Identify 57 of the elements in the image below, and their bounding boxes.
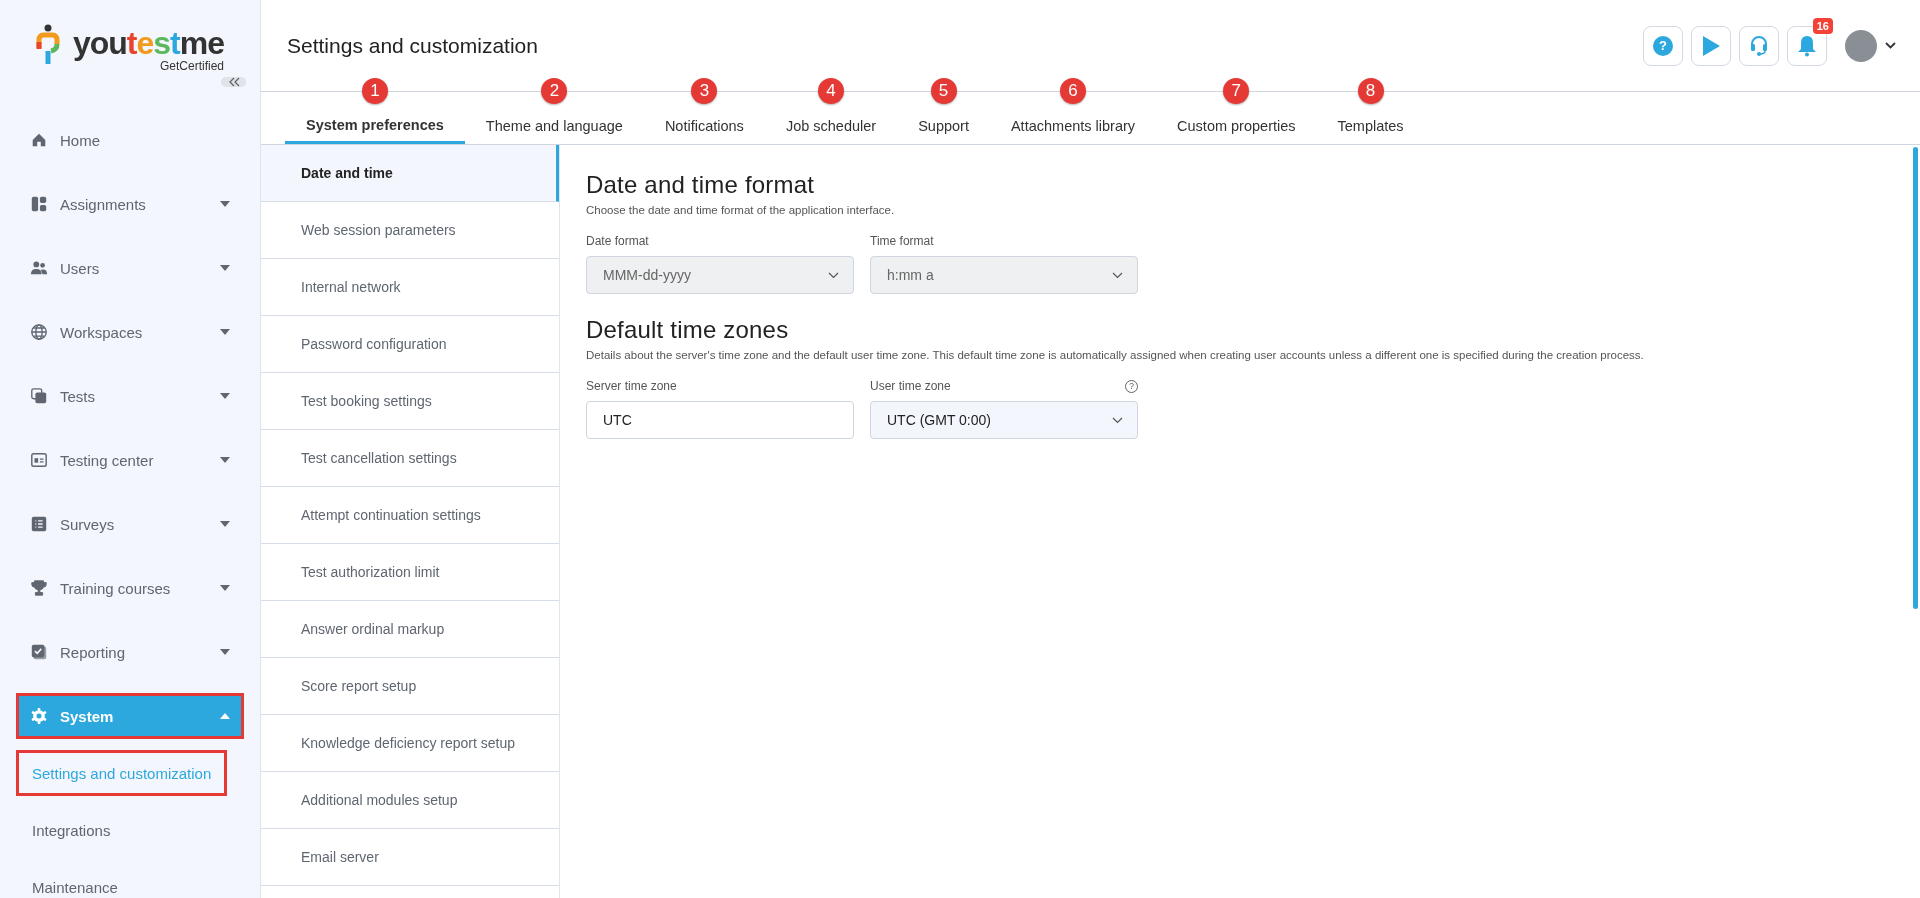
field-label: Server time zone (586, 379, 677, 393)
step-number-badge: 5 (930, 78, 957, 104)
logo-tagline: GetCertified (159, 59, 224, 73)
step-number-badge: 6 (1060, 78, 1086, 104)
nav-subitem[interactable]: Maintenance (16, 864, 134, 898)
nav-item[interactable]: Reporting (16, 629, 244, 675)
chevron-down-icon[interactable] (1885, 42, 1896, 49)
section-description: Details about the server's time zone and the default user time zone. This default time zone is automatically assigned when creating user accounts unless a different one is specified during the creation process. (586, 349, 1645, 361)
bell-icon (1797, 34, 1817, 57)
card-icon (30, 451, 48, 469)
globe-icon (30, 323, 48, 341)
scrollbar-thumb[interactable] (1913, 147, 1918, 609)
chevron-down-icon (1112, 271, 1123, 279)
step-number-badge: 4 (818, 78, 844, 104)
page-title: Settings and customization (287, 33, 539, 58)
section-title: Default time zones (586, 316, 790, 344)
support-button[interactable] (1739, 25, 1779, 66)
nav-item[interactable]: Testing center (16, 437, 244, 483)
check-icon (30, 643, 48, 661)
trophy-icon (30, 579, 48, 597)
section-description: Choose the date and time format of the application interface. (586, 204, 896, 216)
section-title: Date and time format (586, 171, 816, 199)
nav-item[interactable]: Assignments (16, 181, 244, 227)
logo-wordmark: youtestme (72, 26, 224, 60)
field-label: User time zone (870, 379, 951, 393)
grid-icon (30, 195, 48, 213)
copies-icon (30, 387, 48, 405)
nav-item[interactable]: Training courses (16, 565, 244, 611)
play-button[interactable] (1691, 25, 1731, 66)
settings-menu-item[interactable]: Date and time (261, 145, 559, 202)
nav-item[interactable]: Workspaces (16, 309, 244, 355)
home-icon (30, 131, 48, 149)
step-number-badge: 3 (691, 78, 718, 104)
list-icon (30, 515, 48, 533)
field-label: Date format (586, 234, 649, 248)
step-number-badge: 1 (361, 78, 388, 104)
chevron-down-icon (828, 271, 839, 279)
notification-count: 16 (1812, 17, 1833, 34)
input-field[interactable]: UTC (586, 401, 854, 439)
headset-icon (1750, 34, 1768, 57)
nav-item[interactable]: Home (16, 117, 244, 163)
nav-item[interactable]: Tests (16, 373, 244, 419)
step-number-badge: 8 (1357, 78, 1384, 104)
dropdown-field[interactable]: UTC (GMT 0:00) (870, 401, 1138, 439)
settings-icon (30, 707, 48, 725)
collapse-button[interactable] (221, 77, 246, 87)
chevron-down-icon (1112, 416, 1123, 424)
step-number-badge: 2 (541, 78, 568, 104)
field-label: Time format (870, 234, 934, 248)
double-chevron-left-icon (227, 77, 240, 87)
nav-item[interactable]: Users (16, 245, 244, 291)
step-number-badge: 7 (1223, 78, 1250, 104)
user-avatar[interactable] (1845, 29, 1877, 62)
nav-subitem[interactable]: Integrations (16, 807, 127, 853)
play-icon (1701, 34, 1721, 57)
users-icon (30, 259, 48, 277)
nav-item[interactable]: Surveys (16, 501, 244, 547)
